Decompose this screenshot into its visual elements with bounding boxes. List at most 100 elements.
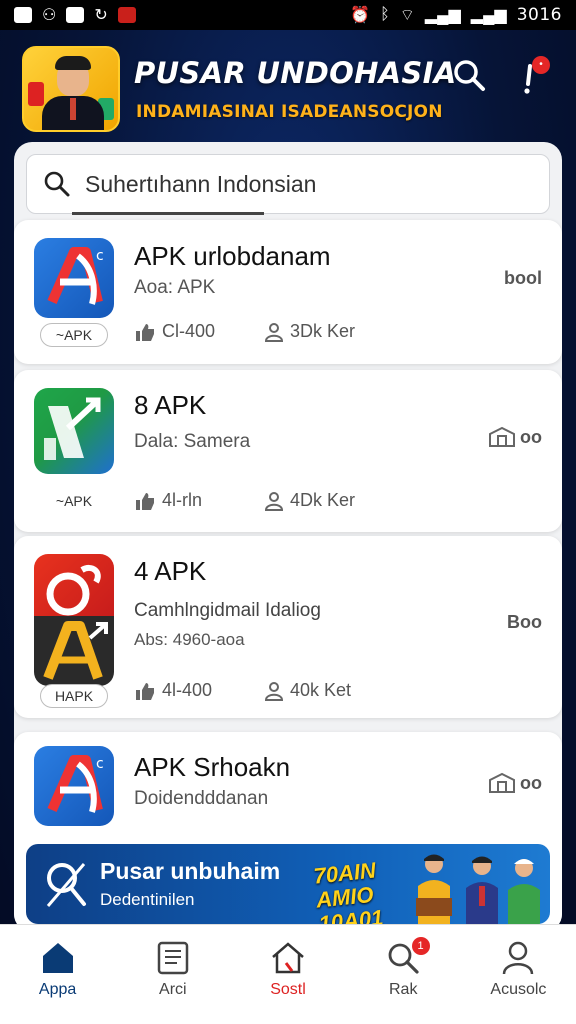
status-right: ⏰ ᛒ ⌔ ▂▄▆ ▂▄▆ 3016 [350,5,562,25]
app-icon: c [34,746,114,826]
promo-banner[interactable]: Pusar unbuhaim Dedentinilen 70AIN AMIO 1… [26,844,550,924]
nav-item-social[interactable]: Sostl [230,925,345,1024]
action-label: bool [504,268,542,288]
banner-promo: 70AIN AMIO 10A01 [312,857,385,924]
svg-text:c: c [96,248,104,264]
nav-item-account[interactable]: Acusolc [461,925,576,1024]
search-icon[interactable] [452,58,486,92]
nav-item-apps[interactable]: Appa [0,925,115,1024]
banner-person [414,852,454,924]
app-subtitle: INDAMIASINAI ISADEANSOCJON [136,102,443,122]
clock: 3016 [516,5,562,25]
thumbs-up-icon [136,682,154,700]
app-card[interactable]: c ~APK APK urlobdanam Aoa: APK Cl-400 3D… [14,220,562,364]
user-icon [264,491,284,511]
nav-item-articles[interactable]: Arci [115,925,230,1024]
card-subtitle: Dala: Samera [134,431,251,452]
image-icon [14,7,32,23]
nav-label: Acusolc [490,981,547,998]
stat-users: 3Dk Ker [264,321,355,342]
app-card[interactable]: HAPK 4 APK Camhlngidmail Idaliog Abs: 49… [14,536,562,718]
status-left: ⚇ ↻ [14,5,136,25]
tumblr-icon [66,7,85,23]
banner-person [504,852,544,924]
download-action[interactable]: bool [504,268,542,289]
stat-users: 40k Ket [264,680,351,701]
search-icon [44,171,70,197]
app-icon [34,388,114,474]
store-icon [489,426,515,447]
nav-label: Appa [38,981,77,998]
document-icon [157,941,189,975]
nav-label: Sostl [270,981,306,998]
people-icon: ⚇ [42,7,57,24]
banner-subtitle: Dedentinilen [100,890,195,909]
stat-value: 3Dk Ker [290,321,356,341]
search-input[interactable] [85,170,525,198]
magnify-icon [46,863,86,907]
home-icon [42,943,73,973]
card-title: APK urlobdanam [134,241,331,271]
card-subtitle: Camhlngidmail Idaliog [134,600,321,621]
user-icon [264,681,284,701]
stat-users: 4Dk Ker [264,490,355,511]
download-action[interactable]: Boo [507,612,542,633]
house-outline-icon [272,942,304,974]
apk-badge: ~APK [40,323,108,347]
stat-value: 4l-400 [162,680,213,700]
notification-badge: • [532,56,550,74]
avatar-decoration [28,82,44,106]
download-action[interactable]: oo [488,426,542,448]
card-subtitle: Doidendddanan [134,788,269,809]
action-label: oo [520,426,542,447]
nav-badge: 1 [411,937,430,955]
card-title: 4 APK [134,556,207,586]
user-icon [503,941,534,975]
app-card[interactable]: ~APK 8 APK Dala: Samera 4l-rln 4Dk Ker o… [14,370,562,532]
stat-value: 4l-rln [162,490,203,510]
app-notification-icon [117,7,136,23]
signal2-icon: ▂▄▆ [470,7,507,24]
thumbs-up-icon [136,492,154,510]
status-bar: ⚇ ↻ ⏰ ᛒ ⌔ ▂▄▆ ▂▄▆ 3016 [0,0,576,30]
thumbs-up-icon [136,323,154,341]
card-title: 8 APK [134,390,207,420]
avatar-hair [55,56,91,70]
app-title: PUSAR UNDOHASIA [134,56,457,90]
apk-badge: ~APK [55,493,93,509]
stat-downloads: 4l-400 [134,680,212,701]
nav-label: Arci [159,981,187,998]
card-meta: Abs: 4960-aoa [134,630,245,649]
stat-downloads: 4l-rln [134,490,202,511]
avatar-tie [70,98,76,120]
app-icon: c [34,238,114,318]
stat-downloads: Cl-400 [134,321,215,342]
app-icon-secondary [34,616,114,686]
alarm-icon: ⏰ [350,7,371,24]
search-underline [72,212,264,215]
stat-value: 4Dk Ker [290,490,356,510]
signal-icon: ▂▄▆ [424,7,461,24]
main-panel: c ~APK APK urlobdanam Aoa: APK Cl-400 3D… [14,142,562,932]
stat-value: 40k Ket [290,680,352,700]
user-icon [264,322,284,342]
nav-item-search[interactable]: 1 Rak [346,925,461,1024]
download-action[interactable]: oo [488,772,542,794]
nav-label: Rak [388,981,418,998]
sync-icon: ↻ [94,7,108,24]
apk-badge: HAPK [40,684,108,708]
notification-button[interactable]: • [514,56,552,96]
banner-title: Pusar unbuhaim [100,858,281,884]
banner-person [462,852,502,924]
card-subtitle: Aoa: APK [134,277,216,298]
action-label: oo [520,772,542,793]
bluetooth-icon: ᛒ [380,6,390,23]
card-title: APK Srhoakn [134,752,291,782]
bottom-nav: Appa Arci Sostl 1 Rak Acusolc [0,924,576,1024]
wifi-icon: ⌔ [399,7,415,24]
svg-text:c: c [96,756,104,772]
search-bar[interactable] [26,154,550,214]
store-icon [489,772,515,793]
avatar[interactable] [22,46,120,132]
action-label: Boo [507,612,542,632]
